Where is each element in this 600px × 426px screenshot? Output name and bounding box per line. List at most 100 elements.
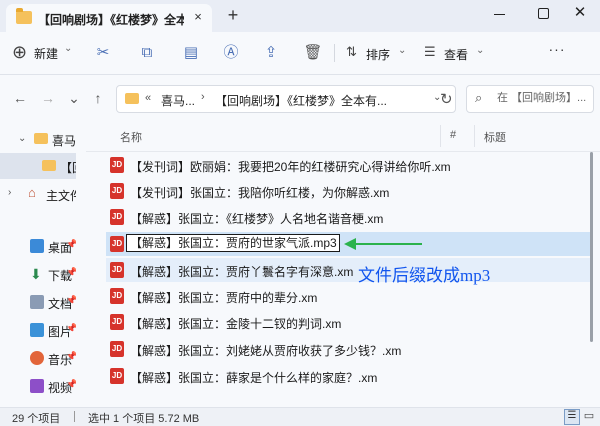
maximize-button[interactable]: [532, 4, 556, 24]
file-name: 【发刊词】张国立：我陪你听红楼，为你解惑.xm: [130, 186, 390, 200]
sidebar-item-home[interactable]: › ⌂ 主文件: [0, 181, 82, 207]
folder-icon: [125, 93, 139, 104]
breadcrumb-segment[interactable]: 【回响剧场】《红楼梦》全本有...: [215, 92, 387, 109]
view-button-label: 查看: [444, 48, 469, 62]
paste-icon[interactable]: ▤: [180, 42, 202, 64]
audio-file-icon: JD: [110, 183, 124, 199]
copy-icon[interactable]: ⧉: [136, 42, 158, 64]
file-row[interactable]: JD 【发刊词】欧丽娟：我要把20年的红楼研究心得讲给你听.xm: [106, 153, 590, 177]
navigation-pane: ⌄ 喜马拉 【回 › ⌂ 主文件 桌面 📌 ⬇ 下载 📌 文档 📌 图片 📌 音…: [0, 121, 88, 407]
view-button[interactable]: ☰ 查看 ⌄: [424, 42, 490, 64]
download-icon: ⬇: [30, 266, 42, 282]
address-bar[interactable]: « 喜马... › 【回响剧场】《红楼梦》全本有... ⌄: [116, 85, 456, 113]
rename-input[interactable]: [126, 234, 340, 252]
up-icon[interactable]: ↑: [88, 88, 108, 108]
file-name: 【解惑】张国立：刘姥姥从贾府收获了多少钱？.xm: [130, 344, 402, 358]
file-row[interactable]: JD 【解惑】张国立：金陵十二钗的判词.xm: [106, 310, 590, 334]
chevron-down-icon: ⌄: [398, 45, 407, 56]
navigation-pane-scrollbar[interactable]: [76, 121, 86, 407]
file-row[interactable]: JD 【解惑】张国立：刘姥姥从贾府收获了多少钱？.xm: [106, 337, 590, 361]
sort-button-label: 排序: [366, 48, 391, 62]
folder-icon: [34, 133, 48, 144]
sort-icon: ⇅: [346, 44, 357, 59]
close-window-button[interactable]: ✕: [568, 2, 592, 24]
sort-button[interactable]: ⇅ 排序 ⌄: [346, 42, 412, 64]
command-bar: [0, 32, 600, 75]
file-row[interactable]: JD 【发刊词】张国立：我陪你听红楼，为你解惑.xm: [106, 179, 590, 203]
annotation-arrow: [344, 238, 422, 250]
recent-locations-icon[interactable]: ⌄: [64, 88, 84, 108]
sidebar-item-downloads[interactable]: ⬇ 下载 📌: [0, 261, 77, 287]
minimize-button[interactable]: [488, 4, 512, 24]
file-name: 【解惑】张国立：金陵十二钗的判词.xm: [130, 317, 342, 331]
file-name: 【解惑】张国立：贾府丫鬟名字有深意.xm: [130, 265, 354, 279]
document-icon: [30, 295, 44, 309]
column-header-title[interactable]: 标题: [484, 129, 506, 145]
back-icon[interactable]: ←: [10, 88, 30, 108]
file-name: 【解惑】张国立：贾府中的辈分.xm: [130, 291, 318, 305]
audio-file-icon: JD: [110, 209, 124, 225]
video-icon: [30, 379, 44, 393]
folder-icon: [16, 8, 32, 24]
view-icon: ☰: [424, 44, 436, 59]
details-view-icon[interactable]: ☰: [564, 409, 580, 425]
audio-file-icon: JD: [110, 262, 124, 278]
forward-icon[interactable]: →: [38, 88, 58, 108]
audio-file-icon: JD: [110, 236, 124, 252]
audio-file-icon: JD: [110, 314, 124, 330]
search-box[interactable]: ⌕: [466, 85, 594, 113]
music-icon: [30, 351, 44, 365]
toolbar-divider: [334, 44, 335, 62]
tab-current-folder[interactable]: 【回响剧场】《红楼梦》全本有 ×: [6, 4, 212, 32]
rename-icon[interactable]: Ⓐ: [220, 42, 242, 64]
column-divider[interactable]: [440, 125, 441, 147]
search-input[interactable]: [497, 87, 589, 109]
home-icon: ⌂: [28, 185, 36, 200]
tab-title: 【回响剧场】《红楼梦》全本有: [38, 13, 184, 27]
new-button[interactable]: ⊕ 新建 ⌄: [12, 42, 72, 64]
file-row[interactable]: JD 【解惑】张国立：贾府丫鬟名字有深意.xm: [106, 258, 590, 282]
audio-file-icon: JD: [110, 341, 124, 357]
column-divider[interactable]: [474, 125, 475, 147]
column-header-name[interactable]: 名称: [120, 129, 142, 145]
file-list-scrollbar[interactable]: [590, 152, 593, 342]
breadcrumb-segment[interactable]: 喜马...: [161, 92, 195, 109]
audio-file-icon: JD: [110, 157, 124, 173]
search-icon: ⌕: [475, 90, 483, 105]
sidebar-item-documents[interactable]: 文档 📌: [0, 289, 77, 315]
file-name: 【发刊词】欧丽娟：我要把20年的红楼研究心得讲给你听.xm: [130, 160, 451, 174]
desktop-icon: [30, 239, 44, 253]
chevron-down-icon[interactable]: ⌄: [18, 133, 26, 144]
tab-close-icon[interactable]: ×: [190, 9, 206, 25]
new-button-label: 新建: [34, 47, 59, 61]
cut-icon[interactable]: ✂: [92, 42, 114, 64]
file-row-selected[interactable]: JD: [106, 232, 590, 256]
sidebar-item-music[interactable]: 音乐 📌: [0, 345, 77, 371]
refresh-icon[interactable]: ↻: [440, 90, 453, 108]
file-row[interactable]: JD 【解惑】张国立：《红楼梦》人名地名谐音梗.xm: [106, 205, 590, 229]
sidebar-item-xima[interactable]: ⌄ 喜马拉: [0, 127, 88, 153]
file-name: 【解惑】张国立：薛家是个什么样的家庭？.xm: [130, 371, 378, 385]
annotation-label: 文件后缀改成mp3: [358, 266, 491, 285]
sidebar-item-desktop[interactable]: 桌面 📌: [0, 233, 77, 259]
audio-file-icon: JD: [110, 288, 124, 304]
chevron-right-icon[interactable]: ›: [8, 187, 11, 198]
sidebar-item-pictures[interactable]: 图片 📌: [0, 317, 77, 343]
share-icon[interactable]: ⇪: [260, 42, 282, 64]
new-tab-button[interactable]: +: [224, 6, 242, 24]
file-row[interactable]: JD 【解惑】张国立：薛家是个什么样的家庭？.xm: [106, 364, 590, 388]
breadcrumb-separator[interactable]: ›: [201, 91, 205, 103]
status-bar: 29 个项目 选中 1 个项目 5.72 MB ☰ ▭: [0, 407, 600, 425]
picture-icon: [30, 323, 44, 337]
chevron-down-icon: ⌄: [476, 45, 485, 56]
file-row[interactable]: JD 【解惑】张国立：贾府中的辈分.xm: [106, 284, 590, 308]
chevron-down-icon: ⌄: [64, 43, 73, 54]
column-header-number[interactable]: #: [450, 129, 456, 141]
file-name: 【解惑】张国立：《红楼梦》人名地名谐音梗.xm: [130, 212, 384, 226]
delete-icon[interactable]: 🗑: [302, 42, 324, 64]
sidebar-item-videos[interactable]: 视频 📌: [0, 373, 77, 399]
breadcrumb-overflow[interactable]: «: [145, 92, 151, 104]
tiles-view-icon[interactable]: ▭: [582, 409, 596, 423]
sidebar-item-huixiang[interactable]: 【回: [0, 153, 84, 179]
more-options-button[interactable]: ···: [546, 42, 568, 62]
